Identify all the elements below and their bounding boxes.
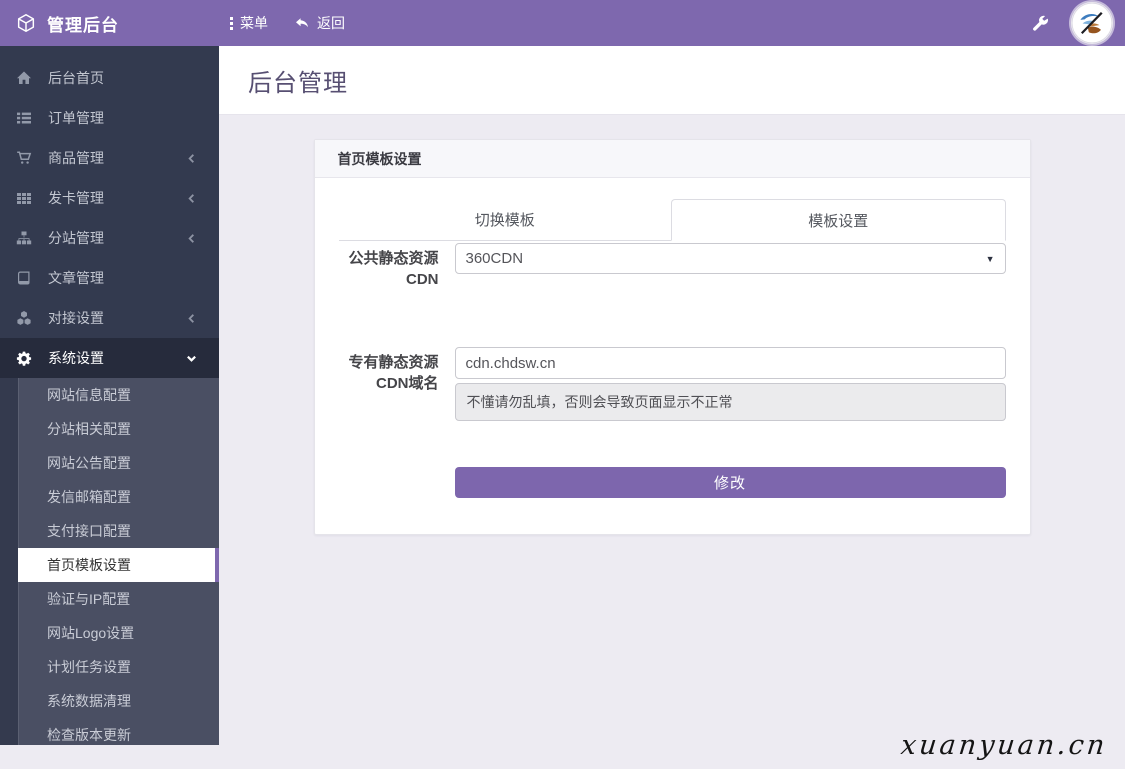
sidebar-item-products[interactable]: 商品管理 bbox=[0, 138, 219, 178]
card-body: 切换模板 模板设置 公共静态资源 CDN 360CDN ▼ bbox=[315, 178, 1030, 534]
watermark: xuanyuan.cn bbox=[899, 730, 1109, 761]
home-icon bbox=[16, 70, 32, 86]
avatar[interactable] bbox=[1071, 2, 1113, 44]
content-area: 首页模板设置 切换模板 模板设置 公共静态资源 CDN bbox=[219, 139, 1125, 769]
page-header: 后台管理 bbox=[219, 46, 1125, 115]
sidebar: 后台首页 订单管理 商品管理 发卡管理 分站管理 bbox=[0, 46, 219, 745]
topbar: 管理后台 菜单 返回 bbox=[0, 0, 1125, 46]
system-settings-submenu: 网站信息配置 分站相关配置 网站公告配置 发信邮箱配置 支付接口配置 首页模板设… bbox=[0, 378, 219, 745]
brand-title: 管理后台 bbox=[47, 11, 119, 36]
public-cdn-field: 360CDN ▼ bbox=[455, 243, 1006, 274]
submenu-item-email-config[interactable]: 发信邮箱配置 bbox=[18, 480, 219, 514]
modify-button[interactable]: 修改 bbox=[455, 467, 1006, 498]
page-title: 后台管理 bbox=[248, 63, 348, 98]
submenu-item-logo-settings[interactable]: 网站Logo设置 bbox=[18, 616, 219, 650]
sitemap-icon bbox=[16, 230, 32, 246]
private-cdn-label: 专有静态资源 CDN域名 bbox=[339, 347, 439, 394]
cubes-icon bbox=[16, 310, 32, 326]
card-header: 首页模板设置 bbox=[315, 140, 1030, 178]
sidebar-item-docking[interactable]: 对接设置 bbox=[0, 298, 219, 338]
submenu-item-cron-settings[interactable]: 计划任务设置 bbox=[18, 650, 219, 684]
submenu-item-data-cleanup[interactable]: 系统数据清理 bbox=[18, 684, 219, 718]
cdn-domain-help: 不懂请勿乱填，否则会导致页面显示不正常 bbox=[455, 383, 1006, 421]
main-area: 后台管理 首页模板设置 切换模板 模板设置 公共静态资源 bbox=[219, 46, 1125, 745]
submit-row: 修改 bbox=[339, 467, 1006, 498]
gear-icon bbox=[16, 350, 32, 366]
back-button[interactable]: 返回 bbox=[294, 13, 345, 33]
card-header-title: 首页模板设置 bbox=[338, 149, 422, 169]
cdn-select[interactable]: 360CDN ▼ bbox=[455, 243, 1006, 274]
sidebar-item-articles[interactable]: 文章管理 bbox=[0, 258, 219, 298]
sidebar-item-system-settings[interactable]: 系统设置 bbox=[0, 338, 219, 378]
sidebar-item-dashboard[interactable]: 后台首页 bbox=[0, 58, 219, 98]
sidebar-item-cards[interactable]: 发卡管理 bbox=[0, 178, 219, 218]
chevron-left-icon bbox=[186, 153, 197, 164]
submenu-item-version-check[interactable]: 检查版本更新 bbox=[18, 718, 219, 745]
submenu-item-substation-config[interactable]: 分站相关配置 bbox=[18, 412, 219, 446]
template-settings-card: 首页模板设置 切换模板 模板设置 公共静态资源 CDN bbox=[314, 139, 1031, 535]
cdn-domain-input[interactable] bbox=[455, 347, 1006, 379]
cdn-select-value: 360CDN bbox=[466, 250, 524, 267]
sidebar-item-orders[interactable]: 订单管理 bbox=[0, 98, 219, 138]
submenu-item-homepage-template[interactable]: 首页模板设置 bbox=[18, 548, 219, 582]
back-button-label: 返回 bbox=[317, 13, 345, 33]
topbar-actions-right bbox=[1031, 2, 1125, 44]
submenu-item-site-info[interactable]: 网站信息配置 bbox=[18, 378, 219, 412]
tab-template-settings[interactable]: 模板设置 bbox=[671, 199, 1006, 241]
chevron-left-icon bbox=[186, 193, 197, 204]
tab-switch-template[interactable]: 切换模板 bbox=[339, 199, 672, 241]
vertical-dots-icon bbox=[230, 17, 233, 30]
chevron-left-icon bbox=[186, 313, 197, 324]
public-cdn-label: 公共静态资源 CDN bbox=[339, 243, 439, 290]
submenu-item-payment-config[interactable]: 支付接口配置 bbox=[18, 514, 219, 548]
cube-logo-icon bbox=[15, 12, 37, 34]
back-arrow-icon bbox=[294, 15, 310, 31]
menu-button[interactable]: 菜单 bbox=[230, 13, 268, 33]
grid-icon bbox=[16, 190, 32, 206]
brand[interactable]: 管理后台 bbox=[0, 0, 219, 46]
topbar-actions-left: 菜单 返回 bbox=[219, 13, 345, 33]
private-cdn-field: 不懂请勿乱填，否则会导致页面显示不正常 bbox=[455, 347, 1006, 421]
submenu-item-verify-ip[interactable]: 验证与IP配置 bbox=[18, 582, 219, 616]
book-icon bbox=[16, 270, 32, 286]
cart-icon bbox=[16, 150, 32, 166]
menu-button-label: 菜单 bbox=[240, 13, 268, 33]
wrench-icon[interactable] bbox=[1031, 14, 1049, 32]
tabs: 切换模板 模板设置 bbox=[339, 199, 1006, 241]
submenu-item-announcement[interactable]: 网站公告配置 bbox=[18, 446, 219, 480]
form-row-public-cdn: 公共静态资源 CDN 360CDN ▼ bbox=[339, 243, 1006, 290]
chevron-left-icon bbox=[186, 233, 197, 244]
form-row-private-cdn: 专有静态资源 CDN域名 不懂请勿乱填，否则会导致页面显示不正常 bbox=[339, 347, 1006, 421]
list-icon bbox=[16, 110, 32, 126]
sidebar-item-substations[interactable]: 分站管理 bbox=[0, 218, 219, 258]
chevron-down-icon bbox=[186, 353, 197, 364]
select-arrow-icon: ▼ bbox=[986, 254, 995, 264]
